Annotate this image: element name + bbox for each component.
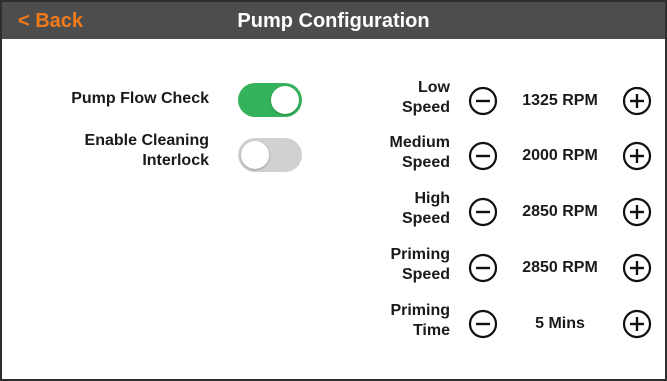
- enable-cleaning-interlock-label: Enable Cleaning Interlock: [9, 131, 209, 171]
- minus-circle-icon: [468, 141, 498, 171]
- low-speed-label-line2: Speed: [401, 99, 450, 116]
- page-title: Pump Configuration: [237, 10, 430, 32]
- title-bar: < Back Pump Configuration: [2, 2, 665, 39]
- priming-speed-decrease-button[interactable]: [468, 253, 498, 283]
- priming-speed-label-line2: Speed: [401, 266, 450, 283]
- minus-circle-icon: [468, 197, 498, 227]
- priming-time-label: Priming Time: [340, 301, 450, 341]
- high-speed-label: High Speed: [340, 189, 450, 229]
- priming-time-label-line1: Priming: [390, 302, 450, 319]
- priming-speed-row: Priming Speed 2850 RPM: [342, 245, 662, 291]
- high-speed-increase-button[interactable]: [622, 197, 652, 227]
- priming-time-value: 5 Mins: [535, 315, 585, 332]
- medium-speed-label-line2: Speed: [401, 154, 450, 171]
- minus-circle-icon: [468, 309, 498, 339]
- enable-cleaning-interlock-label-line1: Enable Cleaning: [84, 132, 209, 149]
- pump-flow-check-toggle[interactable]: [238, 83, 302, 117]
- high-speed-label-line2: Speed: [401, 210, 450, 227]
- enable-cleaning-interlock-label-line2: Interlock: [142, 152, 209, 169]
- pump-flow-check-label: Pump Flow Check: [9, 89, 209, 109]
- toggle-knob: [241, 141, 269, 169]
- low-speed-decrease-button[interactable]: [468, 86, 498, 116]
- plus-circle-icon: [622, 86, 652, 116]
- low-speed-value: 1325 RPM: [522, 92, 598, 109]
- high-speed-row: High Speed 2850 RPM: [342, 189, 662, 235]
- priming-speed-value: 2850 RPM: [522, 259, 598, 276]
- minus-circle-icon: [468, 253, 498, 283]
- medium-speed-increase-button[interactable]: [622, 141, 652, 171]
- priming-time-row: Priming Time 5 Mins: [342, 301, 662, 347]
- priming-speed-increase-button[interactable]: [622, 253, 652, 283]
- pump-flow-check-label-text: Pump Flow Check: [71, 90, 209, 107]
- priming-time-label-line2: Time: [412, 322, 450, 339]
- toggle-knob: [271, 86, 299, 114]
- priming-speed-label-line1: Priming: [390, 246, 450, 263]
- priming-time-increase-button[interactable]: [622, 309, 652, 339]
- medium-speed-value: 2000 RPM: [522, 147, 598, 164]
- plus-circle-icon: [622, 253, 652, 283]
- medium-speed-decrease-button[interactable]: [468, 141, 498, 171]
- high-speed-decrease-button[interactable]: [468, 197, 498, 227]
- medium-speed-label-line1: Medium: [389, 134, 450, 151]
- pump-configuration-screen: < Back Pump Configuration Pump Flow Chec…: [0, 0, 667, 381]
- plus-circle-icon: [622, 309, 652, 339]
- enable-cleaning-interlock-toggle[interactable]: [238, 138, 302, 172]
- high-speed-value: 2850 RPM: [522, 203, 598, 220]
- low-speed-increase-button[interactable]: [622, 86, 652, 116]
- medium-speed-row: Medium Speed 2000 RPM: [342, 133, 662, 179]
- high-speed-label-line1: High: [414, 190, 450, 207]
- priming-speed-label: Priming Speed: [340, 245, 450, 285]
- plus-circle-icon: [622, 197, 652, 227]
- medium-speed-label: Medium Speed: [340, 133, 450, 173]
- low-speed-label-line1: Low: [418, 79, 450, 96]
- minus-circle-icon: [468, 86, 498, 116]
- low-speed-label: Low Speed: [340, 78, 450, 118]
- priming-time-decrease-button[interactable]: [468, 309, 498, 339]
- plus-circle-icon: [622, 141, 652, 171]
- low-speed-row: Low Speed 1325 RPM: [342, 78, 662, 124]
